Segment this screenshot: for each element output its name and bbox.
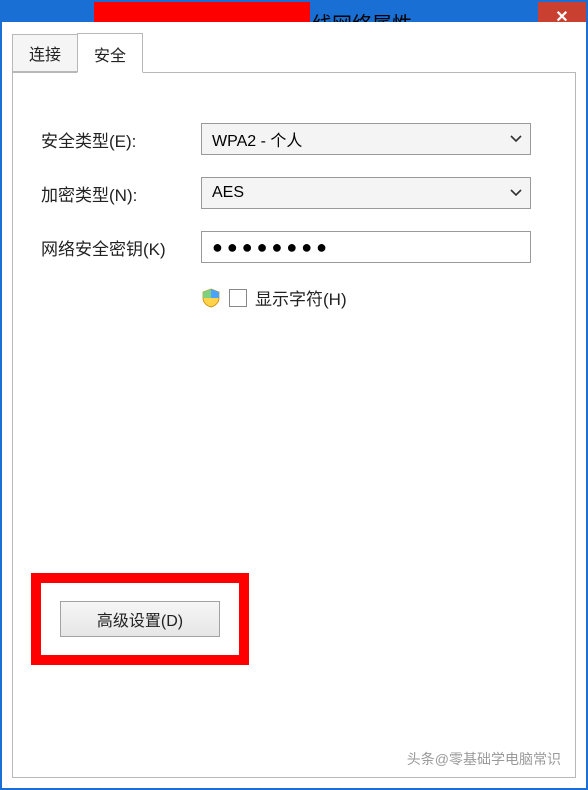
label-show-characters: 显示字符(H): [255, 285, 347, 310]
chevron-down-icon: [510, 186, 522, 200]
label-network-key: 网络安全密钥(K): [41, 235, 201, 260]
highlight-advanced-settings: 高级设置(D): [31, 573, 249, 665]
select-security-type-value: WPA2 - 个人: [212, 127, 302, 151]
label-encryption-type: 加密类型(N):: [41, 181, 201, 206]
chevron-down-icon: [510, 132, 522, 146]
select-security-type[interactable]: WPA2 - 个人: [201, 123, 531, 155]
tab-connect[interactable]: 连接: [12, 34, 78, 72]
titlebar[interactable]: 线网络属性 ✕: [2, 2, 586, 22]
row-security-type: 安全类型(E): WPA2 - 个人: [41, 123, 555, 155]
watermark-text: 头条@零基础学电脑常识: [407, 749, 561, 769]
label-security-type: 安全类型(E):: [41, 127, 201, 152]
tab-security[interactable]: 安全: [77, 33, 143, 73]
checkbox-show-characters[interactable]: [229, 289, 247, 307]
row-encryption-type: 加密类型(N): AES: [41, 177, 555, 209]
select-encryption-type[interactable]: AES: [201, 177, 531, 209]
row-show-characters: 显示字符(H): [201, 285, 555, 310]
shield-icon: [201, 288, 221, 308]
advanced-settings-button[interactable]: 高级设置(D): [60, 601, 220, 637]
input-network-key-value: ●●●●●●●●: [212, 237, 331, 258]
select-encryption-type-value: AES: [212, 184, 244, 202]
tab-panel-security: 安全类型(E): WPA2 - 个人 加密类型(N): AES: [12, 72, 576, 778]
client-area: 连接 安全 安全类型(E): WPA2 - 个人 加密类型(N): AES: [2, 22, 586, 788]
row-network-key: 网络安全密钥(K) ●●●●●●●●: [41, 231, 555, 263]
tabstrip: 连接 安全: [12, 36, 576, 72]
window-frame: 线网络属性 ✕ 连接 安全 安全类型(E): WPA2 - 个人 加密类型(N)…: [0, 0, 588, 790]
input-network-key[interactable]: ●●●●●●●●: [201, 231, 531, 263]
